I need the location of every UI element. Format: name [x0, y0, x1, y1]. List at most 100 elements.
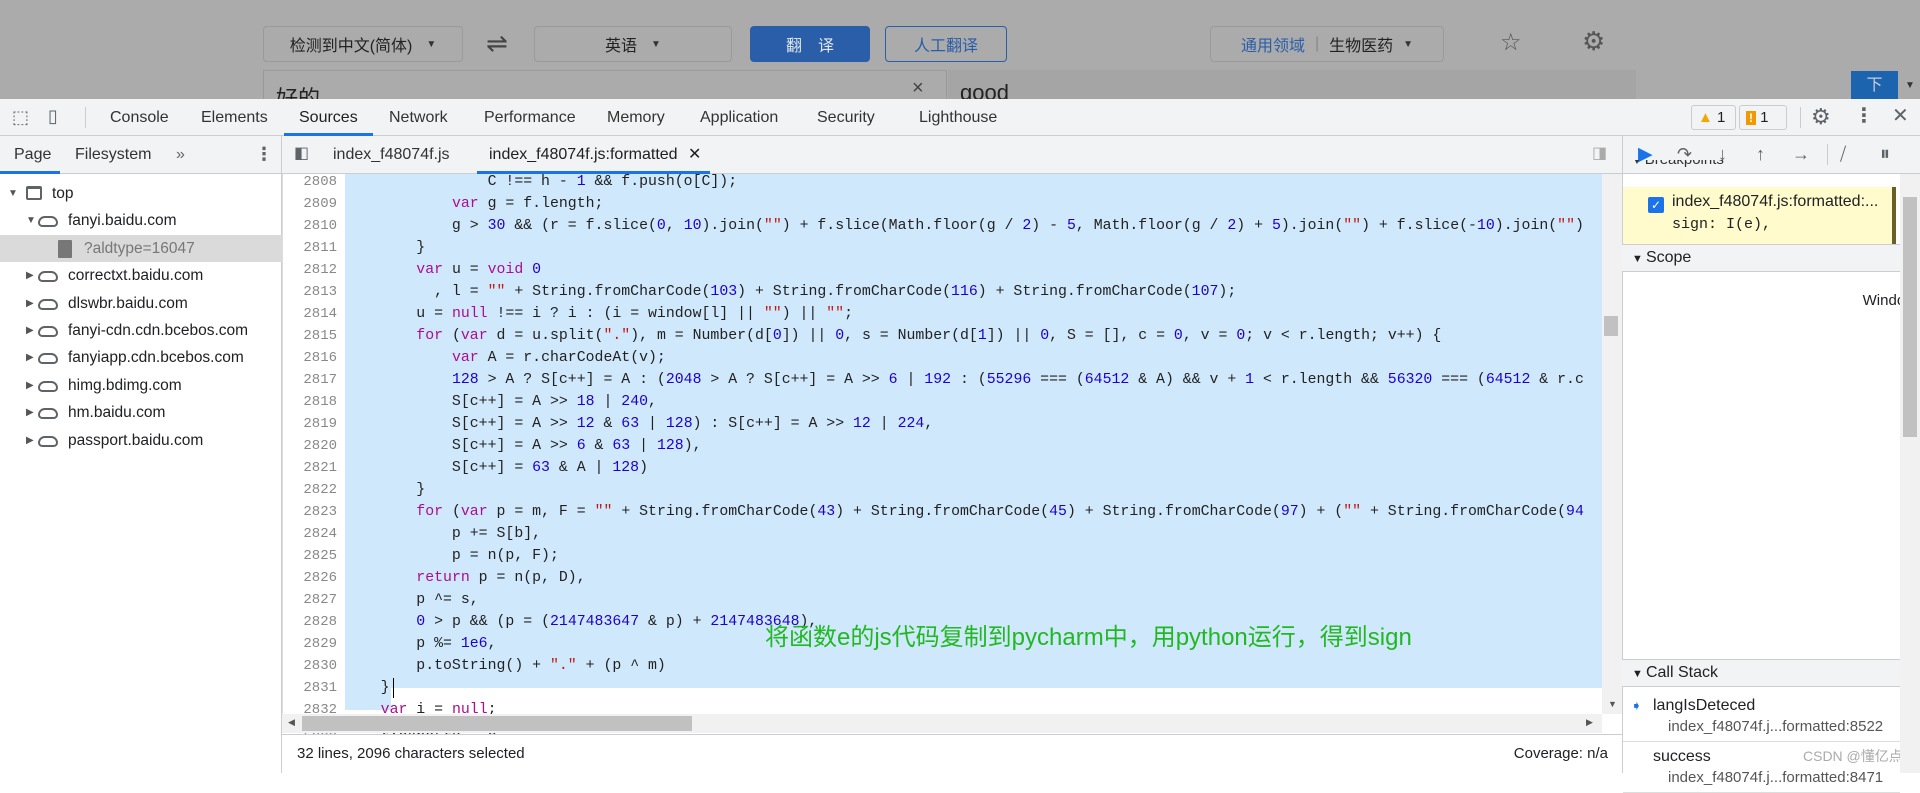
code-line[interactable]: p %= 1e6, [345, 633, 496, 655]
code-line[interactable]: u = null !== i ? i : (i = window[l] || "… [345, 303, 853, 325]
line-number[interactable]: 2822 [282, 479, 345, 501]
code-line[interactable]: var u = void 0 [345, 259, 541, 281]
line-number[interactable]: 2811 [282, 237, 345, 259]
step-icon[interactable]: → [1792, 145, 1810, 163]
line-number[interactable]: 2818 [282, 391, 345, 413]
line-number[interactable]: 2828 [282, 611, 345, 633]
code-line[interactable]: g > 30 && (r = f.slice(0, 10).join("") +… [345, 215, 1584, 237]
coverage-status[interactable]: Coverage: n/a [1514, 735, 1608, 773]
collapsed-arrow-icon[interactable]: ▶ [26, 344, 34, 371]
toggle-debugger-icon[interactable]: ◨ [1592, 146, 1607, 162]
code-line[interactable]: p = n(p, F); [345, 545, 559, 567]
expanded-arrow-icon[interactable]: ▼ [26, 207, 36, 234]
line-number[interactable]: 2820 [282, 435, 345, 457]
code-line[interactable]: } [345, 237, 425, 259]
line-number[interactable]: 2819 [282, 413, 345, 435]
line-number[interactable]: 2812 [282, 259, 345, 281]
source-text-input[interactable]: 好的 × [263, 70, 947, 99]
line-number[interactable]: 2827 [282, 589, 345, 611]
tree-item[interactable]: ▶ fanyiapp.cdn.bcebos.com [0, 344, 282, 371]
tab-lighthouse[interactable]: Lighthouse [919, 99, 997, 136]
code-line[interactable]: p += S[b], [345, 523, 541, 545]
tree-item[interactable]: ▶ dlswbr.baidu.com [0, 290, 282, 317]
favorite-folder-icon[interactable]: ☆ [1500, 28, 1522, 57]
breakpoints-header[interactable]: ▼ Breakpoints [1632, 160, 1724, 174]
tree-item[interactable]: ▼ fanyi.baidu.com [0, 207, 282, 234]
close-tab-icon[interactable]: ✕ [688, 146, 701, 163]
pause-on-exceptions-icon[interactable]: ⏸ [1880, 144, 1890, 164]
line-number[interactable]: 2809 [282, 193, 345, 215]
close-icon[interactable]: ✕ [1892, 106, 1909, 126]
swap-icon[interactable]: ⇌ [486, 28, 508, 59]
tree-item[interactable]: ▶ passport.baidu.com [0, 427, 282, 454]
tree-item[interactable]: ▶ himg.bdimg.com [0, 372, 282, 399]
target-language-select[interactable]: 英语 ▼ [534, 26, 732, 62]
clear-icon[interactable]: × [912, 77, 924, 99]
collapsed-arrow-icon[interactable]: ▶ [26, 372, 34, 399]
tab-security[interactable]: Security [817, 99, 875, 136]
line-number[interactable]: 2825 [282, 545, 345, 567]
tab-elements[interactable]: Elements [201, 99, 268, 136]
line-number[interactable]: 2814 [282, 303, 345, 325]
code-line[interactable]: var A = r.charCodeAt(v); [345, 347, 666, 369]
line-number[interactable]: 2813 [282, 281, 345, 303]
collapsed-arrow-icon[interactable]: ▶ [26, 262, 34, 289]
code-line[interactable]: 128 > A ? S[c++] = A : (2048 > A ? S[c++… [345, 369, 1584, 391]
horizontal-scrollbar[interactable]: ◀ ▶ [282, 714, 1602, 733]
scroll-down-icon[interactable]: ▼ [1905, 80, 1915, 91]
scroll-right-icon[interactable]: ▶ [1586, 717, 1593, 728]
scrollbar-thumb[interactable] [1903, 197, 1917, 437]
code-line[interactable]: for (var p = m, F = "" + String.fromChar… [345, 501, 1584, 523]
tree-item[interactable]: ▶ fanyi-cdn.cdn.bcebos.com [0, 317, 282, 344]
line-number[interactable]: 2824 [282, 523, 345, 545]
human-translate-button[interactable]: 人工翻译 [885, 26, 1007, 62]
breakpoint-item[interactable]: ✓ index_f48074f.js:formatted:... sign: I… [1623, 187, 1896, 244]
device-toolbar-icon[interactable]: ▯ [48, 107, 58, 125]
code-line[interactable]: S[c++] = 63 & A | 128) [345, 457, 648, 479]
code-line[interactable]: } [345, 677, 390, 699]
tab-filesystem[interactable]: Filesystem [75, 136, 151, 173]
tab-application[interactable]: Application [700, 99, 778, 136]
tab-memory[interactable]: Memory [607, 99, 665, 136]
warnings-badge[interactable]: ▲ 1 [1691, 105, 1736, 130]
more-tabs-button[interactable]: » [176, 136, 185, 173]
code-line[interactable]: C !== h - 1 && f.push(o[C]); [345, 171, 738, 193]
collapsed-arrow-icon[interactable]: ▶ [26, 317, 34, 344]
scroll-down-icon[interactable]: ▼ [1608, 699, 1617, 709]
code-line[interactable]: for (var d = u.split("."), m = Number(d[… [345, 325, 1441, 347]
line-number[interactable]: 2817 [282, 369, 345, 391]
navigator-menu-icon[interactable]: ⋮ [255, 145, 273, 163]
more-options-icon[interactable]: ⋮ [1854, 106, 1874, 126]
file-tab-active[interactable]: index_f48074f.js:formatted ✕ [489, 136, 701, 173]
deactivate-breakpoints-icon[interactable]: ⧸ [1840, 145, 1846, 163]
scope-header[interactable]: ▼ Scope [1622, 244, 1900, 272]
domain-select[interactable]: 通用领域 | 生物医药 ▼ [1210, 26, 1444, 62]
tree-item[interactable]: ▶ hm.baidu.com [0, 399, 282, 426]
tree-item[interactable]: ▶ correctxt.baidu.com [0, 262, 282, 289]
line-number[interactable]: 2831 [282, 677, 345, 699]
breakpoint-checkbox[interactable]: ✓ [1648, 197, 1664, 213]
line-number[interactable]: 2830 [282, 655, 345, 677]
collapsed-arrow-icon[interactable]: ▶ [26, 290, 34, 317]
expanded-arrow-icon[interactable]: ▼ [8, 180, 18, 207]
line-number[interactable]: 2810 [282, 215, 345, 237]
line-number[interactable]: 2823 [282, 501, 345, 523]
tree-item[interactable]: ?aldtype=16047 [0, 234, 282, 262]
code-line[interactable]: 0 > p && (p = (2147483647 & p) + 2147483… [345, 611, 817, 633]
scroll-left-icon[interactable]: ◀ [288, 717, 295, 728]
vertical-scrollbar[interactable]: ▼ [1602, 174, 1622, 714]
code-line[interactable]: , l = "" + String.fromCharCode(103) + St… [345, 281, 1236, 303]
download-button[interactable]: 下 [1851, 71, 1898, 99]
frame-location[interactable]: index_f48074f.j...formatted:8522 [1668, 718, 1883, 735]
translate-button[interactable]: 翻 译 [750, 26, 870, 62]
collapsed-arrow-icon[interactable]: ▶ [26, 427, 34, 454]
sidebar-scrollbar[interactable] [1900, 174, 1920, 773]
scrollbar-thumb[interactable] [302, 716, 692, 731]
tab-performance[interactable]: Performance [484, 99, 576, 136]
tab-network[interactable]: Network [389, 99, 448, 136]
code-line[interactable]: p.toString() + "." + (p ^ m) [345, 655, 666, 677]
settings-icon[interactable]: ⚙ [1811, 106, 1831, 128]
step-out-icon[interactable]: ↑ [1756, 145, 1765, 163]
line-number[interactable]: 2826 [282, 567, 345, 589]
line-number[interactable]: 2815 [282, 325, 345, 347]
